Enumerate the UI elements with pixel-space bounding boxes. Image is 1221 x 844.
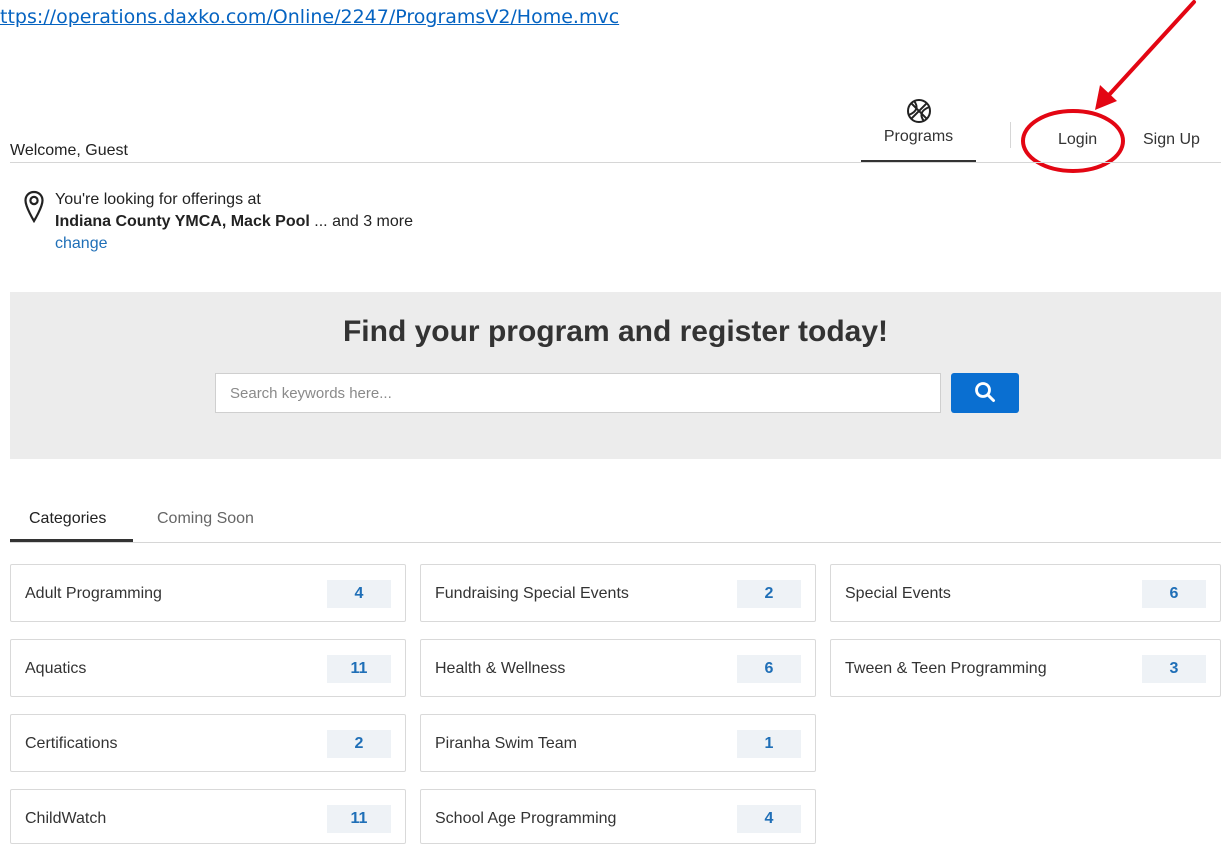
category-tabs: Categories Coming Soon [10, 500, 1221, 543]
header-divider [10, 162, 1221, 163]
category-card[interactable]: Piranha Swim Team 1 [420, 714, 816, 772]
category-card[interactable]: Adult Programming 4 [10, 564, 406, 622]
search-input[interactable] [215, 373, 941, 413]
category-count-badge: 1 [737, 730, 801, 758]
tab-coming-soon[interactable]: Coming Soon [157, 510, 254, 528]
category-card[interactable]: Certifications 2 [10, 714, 406, 772]
magnifier-icon [975, 381, 995, 402]
search-hero: Find your program and register today! [10, 292, 1221, 459]
nav-separator [1010, 122, 1011, 148]
category-card[interactable]: Tween & Teen Programming 3 [830, 639, 1221, 697]
category-card[interactable]: School Age Programming 4 [420, 789, 816, 844]
category-count-badge: 4 [327, 580, 391, 608]
category-count-badge: 2 [327, 730, 391, 758]
category-label: Piranha Swim Team [435, 735, 577, 752]
category-card[interactable]: Special Events 6 [830, 564, 1221, 622]
category-label: Aquatics [25, 660, 87, 677]
location-branches: Indiana County YMCA, Mack Pool [55, 213, 310, 230]
nav-programs-label: Programs [883, 128, 954, 145]
category-label: Tween & Teen Programming [845, 660, 1047, 677]
category-label: Fundraising Special Events [435, 585, 629, 602]
category-card[interactable]: ChildWatch 11 [10, 789, 406, 844]
category-card[interactable]: Health & Wellness 6 [420, 639, 816, 697]
search-button[interactable] [951, 373, 1019, 413]
category-label: School Age Programming [435, 810, 617, 827]
category-label: Health & Wellness [435, 660, 566, 677]
category-label: Certifications [25, 735, 118, 752]
category-count-badge: 11 [327, 655, 391, 683]
annotation-circle [1021, 109, 1125, 173]
page-url-link[interactable]: ttps://operations.daxko.com/Online/2247/… [0, 6, 619, 28]
category-card[interactable]: Fundraising Special Events 2 [420, 564, 816, 622]
welcome-text: Welcome, Guest [10, 142, 128, 159]
signup-link[interactable]: Sign Up [1143, 131, 1200, 149]
location-intro: You're looking for offerings at [55, 191, 261, 208]
category-count-badge: 3 [1142, 655, 1206, 683]
category-count-badge: 6 [1142, 580, 1206, 608]
tabs-divider [10, 542, 1221, 543]
category-count-badge: 6 [737, 655, 801, 683]
location-more: ... and 3 more [309, 213, 414, 230]
category-count-badge: 11 [327, 805, 391, 833]
nav-programs[interactable]: Programs [861, 94, 976, 163]
category-count-badge: 4 [737, 805, 801, 833]
category-count-badge: 2 [737, 580, 801, 608]
tab-categories[interactable]: Categories [29, 510, 106, 528]
basketball-icon [906, 99, 931, 123]
login-link[interactable]: Login [1058, 131, 1097, 149]
category-label: Special Events [845, 585, 951, 602]
hero-title: Find your program and register today! [342, 315, 889, 348]
category-label: ChildWatch [25, 810, 107, 827]
map-pin-icon [24, 190, 44, 224]
category-label: Adult Programming [25, 585, 162, 602]
category-card[interactable]: Aquatics 11 [10, 639, 406, 697]
change-location-link[interactable]: change [55, 233, 413, 255]
